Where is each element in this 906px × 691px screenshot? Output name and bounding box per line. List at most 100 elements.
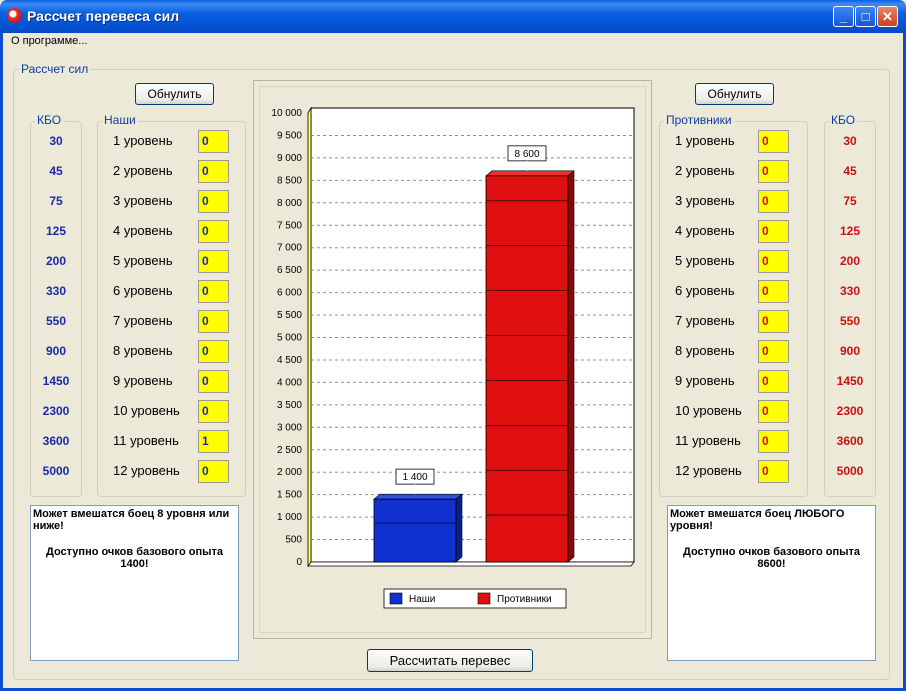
left-kbo-value: 45 bbox=[49, 164, 63, 178]
left-level-count-input[interactable]: 0 bbox=[198, 400, 229, 423]
right-level-count-input[interactable]: 0 bbox=[758, 250, 789, 273]
left-level-count-input[interactable]: 0 bbox=[198, 160, 229, 183]
y-tick-label: 500 bbox=[285, 535, 302, 546]
y-axis-wall bbox=[307, 106, 312, 568]
y-tick-label: 5 000 bbox=[277, 333, 302, 344]
enemies-info-line2: Доступно очков базового опыта 8600! bbox=[682, 546, 860, 570]
right-level-count-input[interactable]: 0 bbox=[758, 370, 789, 393]
ours-info-line1: Может вмешатся боец 8 уровня или ниже! bbox=[33, 508, 230, 532]
minimize-button[interactable]: _ bbox=[833, 6, 854, 27]
ours-info-line2: Доступно очков базового опыта 1400! bbox=[45, 546, 223, 570]
left-level-count-input[interactable]: 0 bbox=[198, 220, 229, 243]
bar-ours bbox=[373, 498, 457, 563]
bar-side bbox=[455, 493, 463, 563]
right-level-label: 9 уровень bbox=[675, 373, 735, 388]
y-tick-label: 4 500 bbox=[277, 355, 302, 366]
title-bar: Рассчет перевеса сил _ □ ✕ bbox=[0, 0, 906, 33]
legend-swatch bbox=[477, 592, 491, 605]
close-button[interactable]: ✕ bbox=[877, 6, 898, 27]
left-level-label: 12 уровень bbox=[113, 463, 180, 478]
right-kbo-value: 2300 bbox=[836, 404, 864, 418]
right-level-count-input[interactable]: 0 bbox=[758, 400, 789, 423]
left-level-label: 11 уровень bbox=[113, 433, 179, 448]
left-level-count-input[interactable]: 0 bbox=[198, 280, 229, 303]
right-level-label: 3 уровень bbox=[675, 193, 735, 208]
y-tick-label: 6 000 bbox=[277, 288, 302, 299]
bar-top bbox=[485, 170, 575, 177]
right-kbo-value: 5000 bbox=[836, 464, 864, 478]
right-level-count-input[interactable]: 0 bbox=[758, 430, 789, 453]
right-level-label: 11 уровень bbox=[675, 433, 741, 448]
left-kbo-value: 75 bbox=[49, 194, 63, 208]
legend-label: Наши bbox=[409, 594, 435, 605]
right-level-count-input[interactable]: 0 bbox=[758, 130, 789, 153]
right-level-count-input[interactable]: 0 bbox=[758, 220, 789, 243]
y-tick-label: 3 000 bbox=[277, 422, 302, 433]
left-level-count-input[interactable]: 0 bbox=[198, 340, 229, 363]
bar-side bbox=[567, 170, 575, 563]
window-title: Рассчет перевеса сил bbox=[27, 8, 180, 24]
right-kbo-value: 1450 bbox=[836, 374, 864, 388]
ours-label: Наши bbox=[102, 113, 138, 127]
bar-enemies bbox=[485, 175, 569, 563]
kbo-enemies-label: КБО bbox=[829, 113, 858, 127]
left-level-count-input[interactable]: 0 bbox=[198, 250, 229, 273]
right-level-label: 1 уровень bbox=[675, 133, 735, 148]
enemies-label: Противники bbox=[664, 113, 734, 127]
maximize-button[interactable]: □ bbox=[855, 6, 876, 27]
legend-label: Противники bbox=[497, 594, 552, 605]
y-tick-label: 7 000 bbox=[277, 243, 302, 254]
reset-ours-button[interactable]: Обнулить bbox=[135, 83, 214, 105]
y-tick-label: 2 000 bbox=[277, 467, 302, 478]
y-tick-label: 2 500 bbox=[277, 445, 302, 456]
left-level-label: 6 уровень bbox=[113, 283, 173, 298]
y-tick-label: 1 000 bbox=[277, 512, 302, 523]
left-level-count-input[interactable]: 0 bbox=[198, 460, 229, 483]
y-tick-label: 9 000 bbox=[277, 153, 302, 164]
left-level-label: 4 уровень bbox=[113, 223, 173, 238]
y-tick-label: 5 500 bbox=[277, 310, 302, 321]
right-kbo-value: 3600 bbox=[836, 434, 864, 448]
x-axis-floor bbox=[307, 561, 635, 567]
right-level-count-input[interactable]: 0 bbox=[758, 280, 789, 303]
left-level-count-input[interactable]: 0 bbox=[198, 370, 229, 393]
right-kbo-value: 75 bbox=[843, 194, 857, 208]
kbo-ours-label: КБО bbox=[35, 113, 64, 127]
left-level-count-input[interactable]: 0 bbox=[198, 130, 229, 153]
right-level-count-input[interactable]: 0 bbox=[758, 310, 789, 333]
left-level-label: 3 уровень bbox=[113, 193, 173, 208]
left-kbo-value: 550 bbox=[45, 314, 67, 328]
right-level-label: 2 уровень bbox=[675, 163, 735, 178]
y-tick-label: 10 000 bbox=[271, 108, 302, 119]
right-level-count-input[interactable]: 0 bbox=[758, 460, 789, 483]
reset-enemies-button[interactable]: Обнулить bbox=[695, 83, 774, 105]
left-kbo-value: 2300 bbox=[42, 404, 70, 418]
right-level-label: 5 уровень bbox=[675, 253, 735, 268]
right-level-count-input[interactable]: 0 bbox=[758, 160, 789, 183]
right-level-count-input[interactable]: 0 bbox=[758, 340, 789, 363]
left-level-label: 8 уровень bbox=[113, 343, 173, 358]
left-kbo-value: 30 bbox=[49, 134, 63, 148]
left-kbo-value: 3600 bbox=[42, 434, 70, 448]
y-tick-label: 7 500 bbox=[277, 220, 302, 231]
right-level-count-input[interactable]: 0 bbox=[758, 190, 789, 213]
left-level-count-input[interactable]: 0 bbox=[198, 310, 229, 333]
left-kbo-value: 125 bbox=[45, 224, 67, 238]
right-level-label: 7 уровень bbox=[675, 313, 735, 328]
right-kbo-value: 200 bbox=[839, 254, 861, 268]
left-level-label: 10 уровень bbox=[113, 403, 180, 418]
y-tick-label: 8 000 bbox=[277, 198, 302, 209]
ours-info-box: Может вмешатся боец 8 уровня или ниже! Д… bbox=[30, 505, 239, 661]
calculate-button[interactable]: Рассчитать перевес bbox=[367, 649, 533, 672]
y-tick-label: 0 bbox=[296, 557, 302, 568]
right-level-label: 10 уровень bbox=[675, 403, 742, 418]
enemies-info-line1: Может вмешатся боец ЛЮБОГО уровня! bbox=[670, 508, 845, 532]
left-level-label: 2 уровень bbox=[113, 163, 173, 178]
legend-swatch bbox=[389, 592, 403, 605]
right-kbo-value: 125 bbox=[839, 224, 861, 238]
left-level-count-input[interactable]: 0 bbox=[198, 190, 229, 213]
left-level-count-input[interactable]: 1 bbox=[198, 430, 229, 453]
menu-item-about[interactable]: О программе... bbox=[11, 35, 87, 47]
calc-group-label: Рассчет сил bbox=[19, 62, 91, 76]
y-tick-label: 6 500 bbox=[277, 265, 302, 276]
